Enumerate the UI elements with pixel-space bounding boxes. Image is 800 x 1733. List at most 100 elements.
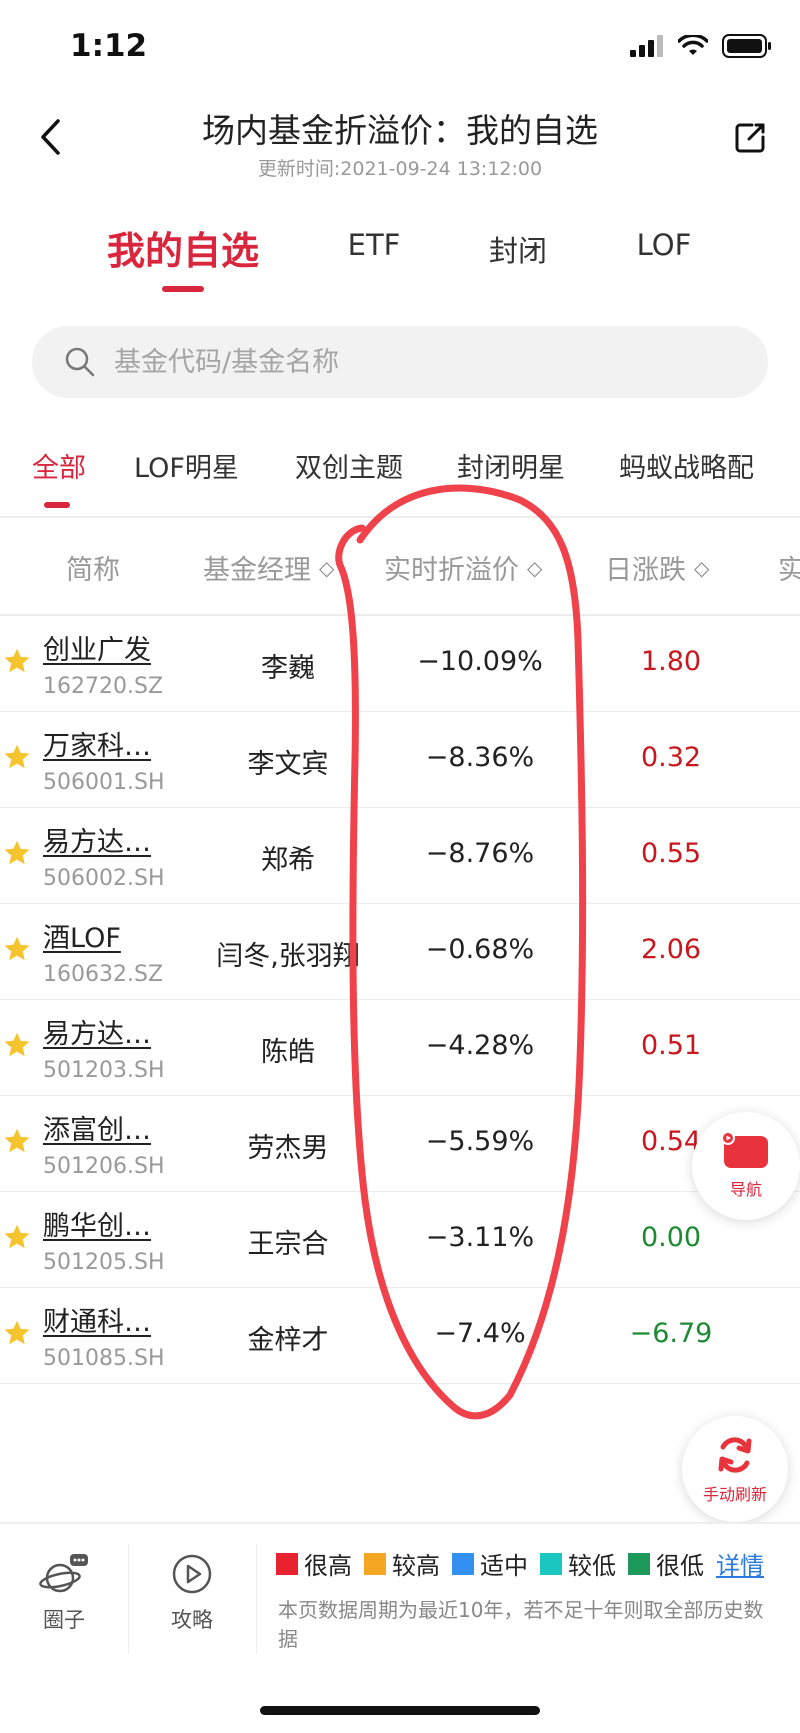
fund-code: 501206.SH [43,1154,165,1179]
column-header-overflow-label: 实 [778,555,800,586]
tab-etf[interactable]: ETF [348,228,401,262]
legend-item-high: 较高 [364,1546,440,1581]
star-icon[interactable] [2,838,32,868]
legend-swatch [452,1552,474,1575]
divider [0,516,800,518]
search-icon [65,347,95,377]
star-icon[interactable] [2,934,32,964]
category-tab-dual-innovation[interactable]: 双创主题 [295,446,403,485]
column-header-change-label: 日涨跌 [605,555,686,586]
star-icon[interactable] [2,742,32,772]
divider [256,1544,257,1654]
fund-premium: −0.68% [425,934,535,965]
search-box[interactable] [32,326,768,398]
legend-item-moderate: 适中 [452,1546,528,1581]
category-tab-lof-star[interactable]: LOF明星 [134,446,239,485]
category-tab-indicator [44,502,70,508]
table-row[interactable]: 鹏华创… 501205.SH 王宗合 −3.11% 0.00 [0,1192,800,1288]
fund-daily-change: 0.51 [640,1030,702,1061]
legend-item-very-low: 很低 [628,1546,704,1581]
table-row[interactable]: 易方达… 506002.SH 郑希 −8.76% 0.55 [0,808,800,904]
share-button[interactable] [730,118,770,158]
fund-daily-change: 0.54 [640,1126,702,1157]
category-tab-ant-strategic[interactable]: 蚂蚁战略配 [619,446,754,485]
table-row[interactable]: 易方达… 501203.SH 陈皓 −4.28% 0.51 [0,1000,800,1096]
legend-item-very-high: 很高 [276,1546,352,1581]
bottom-bar: 圈子 攻略 很高 较高 适中 较低 很低 详情 本页数据周期为最近10年，若不足… [0,1522,800,1733]
fund-manager: 李巍 [261,653,315,684]
tab-my-watchlist[interactable]: 我的自选 [107,220,259,275]
status-time: 1:12 [70,28,148,64]
fund-manager: 金梓才 [247,1325,329,1356]
column-header-change[interactable]: 日涨跌 ◇ [605,548,709,587]
fund-name[interactable]: 酒LOF [43,916,121,955]
legend-swatch [540,1552,562,1575]
home-indicator [260,1706,540,1715]
status-bar: 1:12 [0,0,800,92]
star-icon[interactable] [2,1030,32,1060]
table-row[interactable]: 财通科… 501085.SH 金梓才 −7.4% −6.79 [0,1288,800,1384]
fund-premium: −8.76% [425,838,535,869]
manual-refresh-button[interactable]: 手动刷新 [682,1416,788,1522]
legend-label: 很高 [304,1552,352,1580]
fund-name[interactable]: 添富创… [43,1108,151,1147]
star-icon[interactable] [2,1126,32,1156]
fund-daily-change: 1.80 [640,646,702,677]
fund-name[interactable]: 易方达… [43,820,151,859]
page-title: 场内基金折溢价：我的自选 [202,111,598,150]
fund-code: 501203.SH [43,1058,165,1083]
bottom-nav-circle[interactable]: 圈子 [14,1552,114,1634]
legend-label: 较低 [568,1552,616,1580]
fund-manager: 李文宾 [247,749,329,780]
app-nav-label: 导航 [729,1180,762,1199]
category-tab-closed-star[interactable]: 封闭明星 [457,446,565,485]
legend-label: 很低 [656,1552,704,1580]
column-header-overflow[interactable]: 实 [778,548,800,587]
planet-chat-icon [39,1554,88,1593]
app-nav-button[interactable]: 导航 [692,1112,800,1220]
star-icon[interactable] [2,1318,32,1348]
fund-code: 162720.SZ [43,674,164,699]
bottom-nav-guide[interactable]: 攻略 [142,1552,242,1634]
play-circle-icon [172,1554,212,1594]
table-header: 简称 基金经理 ◇ 实时折溢价 ◇ 日涨跌 ◇ 实 [0,520,800,616]
fund-name[interactable]: 创业广发 [43,628,151,667]
category-tab-all[interactable]: 全部 [32,446,86,485]
details-link[interactable]: 详情 [716,1546,764,1581]
search-input[interactable] [114,346,714,378]
table-row[interactable]: 添富创… 501206.SH 劳杰男 −5.59% 0.54 [0,1096,800,1192]
nav-bar: 场内基金折溢价：我的自选 更新时间:2021-09-24 13:12:00 [0,92,800,188]
fund-manager: 闫冬,张羽翔 [216,941,360,972]
tab-lof[interactable]: LOF [637,228,692,262]
fund-code: 506002.SH [43,866,165,891]
star-icon[interactable] [2,1222,32,1252]
table-row[interactable]: 酒LOF 160632.SZ 闫冬,张羽翔 −0.68% 2.06 [0,904,800,1000]
fund-daily-change: 0.55 [640,838,702,869]
star-icon[interactable] [2,646,32,676]
legend-swatch [364,1552,386,1575]
fund-daily-change: 0.32 [640,742,702,773]
table-row[interactable]: 创业广发 162720.SZ 李巍 −10.09% 1.80 [0,616,800,712]
main-tabs: 我的自选 ETF 封闭 LOF [0,220,800,300]
bottom-nav-circle-label: 圈子 [43,1608,85,1632]
fund-name[interactable]: 鹏华创… [43,1204,151,1243]
fund-manager: 郑希 [261,845,315,876]
fund-code: 501085.SH [43,1346,165,1371]
table-row[interactable]: 万家科… 506001.SH 李文宾 −8.36% 0.32 [0,712,800,808]
fund-manager: 王宗合 [247,1229,329,1260]
fund-name[interactable]: 财通科… [43,1300,151,1339]
fund-name[interactable]: 易方达… [43,1012,151,1051]
fund-name[interactable]: 万家科… [43,724,151,763]
fund-list: 创业广发 162720.SZ 李巍 −10.09% 1.80 万家科… 5060… [0,616,800,1384]
column-header-premium[interactable]: 实时折溢价 ◇ [384,548,542,587]
fund-daily-change: 0.00 [640,1222,702,1253]
legend-label: 较高 [392,1552,440,1580]
refresh-icon [718,1437,752,1473]
fund-premium: −8.36% [425,742,535,773]
fund-daily-change: 2.06 [640,934,702,965]
fund-manager: 劳杰男 [247,1133,329,1164]
column-header-manager[interactable]: 基金经理 ◇ [203,548,334,587]
data-period-note: 本页数据周期为最近10年，若不足十年则取全部历史数据 [278,1598,764,1651]
tab-closed[interactable]: 封闭 [489,228,547,270]
legend-label: 适中 [480,1552,528,1580]
